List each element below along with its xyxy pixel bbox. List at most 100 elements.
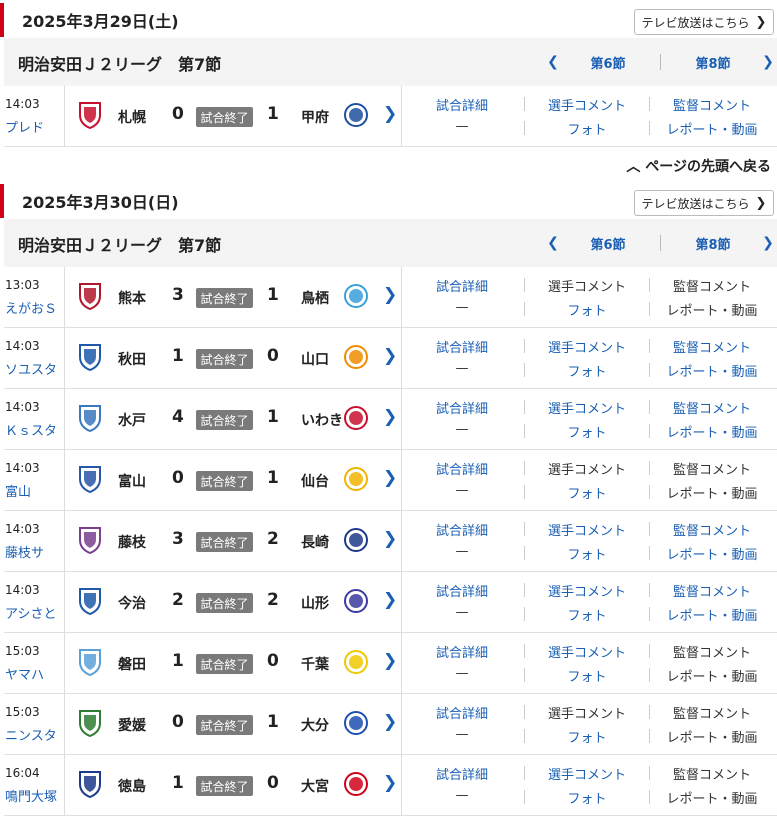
- player-comment-link[interactable]: 選手コメント: [527, 276, 647, 295]
- match-row: 16:04 鳴門大塚 徳島 1 試合終了 0 大宮 ❯ 試合詳細 選手コメント 監督コメント — フォト…: [4, 755, 777, 816]
- match-detail-link[interactable]: 試合詳細: [402, 703, 522, 722]
- tv-broadcast-label: テレビ放送はこちら: [641, 196, 750, 211]
- match-detail-link[interactable]: 試合詳細: [402, 276, 522, 295]
- venue-link[interactable]: ニンスタ: [5, 725, 57, 744]
- manager-comment-link[interactable]: 監督コメント: [652, 764, 772, 783]
- date-title: 2025年3月29日(土): [22, 12, 179, 31]
- match-detail-link[interactable]: 試合詳細: [402, 398, 522, 417]
- away-score: 1: [267, 468, 279, 488]
- photo-link[interactable]: フォト: [527, 544, 647, 563]
- player-comment-link[interactable]: 選手コメント: [527, 581, 647, 600]
- manager-comment-link[interactable]: 監督コメント: [652, 398, 772, 417]
- chevron-right-icon[interactable]: ❯: [759, 235, 777, 251]
- venue-link[interactable]: 藤枝サ: [5, 542, 44, 561]
- photo-link[interactable]: フォト: [527, 361, 647, 380]
- date-header: 2025年3月30日(日) テレビ放送はこちら ❯: [0, 181, 777, 219]
- venue-link[interactable]: ソユスタ: [5, 359, 57, 378]
- chevron-right-icon[interactable]: ❯: [383, 590, 397, 610]
- manager-comment-link[interactable]: 監督コメント: [652, 459, 772, 478]
- venue-link[interactable]: アシさと: [5, 603, 56, 622]
- chevron-right-icon[interactable]: ❯: [383, 285, 397, 305]
- match-detail-link[interactable]: 試合詳細: [402, 337, 522, 356]
- player-comment-link[interactable]: 選手コメント: [527, 764, 647, 783]
- report-video-link[interactable]: レポート・動画: [652, 300, 772, 319]
- player-comment-link[interactable]: 選手コメント: [527, 337, 647, 356]
- home-score: 1: [172, 346, 184, 366]
- report-video-link[interactable]: レポート・動画: [652, 544, 772, 563]
- match-detail-link[interactable]: 試合詳細: [402, 581, 522, 600]
- manager-comment-link[interactable]: 監督コメント: [652, 520, 772, 539]
- photo-link[interactable]: フォト: [527, 300, 647, 319]
- kickoff-time: 15:03: [5, 644, 40, 658]
- chevron-right-icon[interactable]: ❯: [759, 54, 777, 70]
- chevron-right-icon[interactable]: ❯: [383, 407, 397, 427]
- prev-round-link[interactable]: 第6節: [562, 234, 654, 253]
- chevron-right-icon[interactable]: ❯: [383, 712, 397, 732]
- venue-link[interactable]: プレド: [5, 117, 44, 136]
- photo-link[interactable]: フォト: [527, 788, 647, 807]
- match-detail-link[interactable]: 試合詳細: [402, 459, 522, 478]
- photo-link[interactable]: フォト: [527, 605, 647, 624]
- player-comment-link[interactable]: 選手コメント: [527, 459, 647, 478]
- venue-link[interactable]: えがおＳ: [5, 298, 57, 317]
- tv-broadcast-button[interactable]: テレビ放送はこちら ❯: [634, 9, 774, 35]
- venue-link[interactable]: 富山: [5, 481, 31, 500]
- match-status-badge: 試合終了: [196, 349, 253, 369]
- player-comment-link[interactable]: 選手コメント: [527, 520, 647, 539]
- away-score: 2: [267, 529, 279, 549]
- match-detail-link[interactable]: 試合詳細: [402, 764, 522, 783]
- photo-link[interactable]: フォト: [527, 483, 647, 502]
- player-comment-link[interactable]: 選手コメント: [527, 642, 647, 661]
- chevron-right-icon[interactable]: ❯: [383, 346, 397, 366]
- match-detail-link[interactable]: 試合詳細: [402, 520, 522, 539]
- report-video-link[interactable]: レポート・動画: [652, 422, 772, 441]
- venue-link[interactable]: Ｋｓスタ: [5, 420, 57, 439]
- chevron-left-icon[interactable]: ❮: [544, 235, 562, 251]
- report-video-link[interactable]: レポート・動画: [652, 361, 772, 380]
- chevron-right-icon[interactable]: ❯: [383, 468, 397, 488]
- photo-link[interactable]: フォト: [527, 727, 647, 746]
- match-detail-link[interactable]: 試合詳細: [402, 642, 522, 661]
- match-status-badge: 試合終了: [196, 288, 253, 308]
- prev-round-link[interactable]: 第6節: [562, 53, 654, 72]
- match-row: 15:03 ニンスタ 愛媛 0 試合終了 1 大分 ❯ 試合詳細 選手コメント 監督コメント — フォト…: [4, 694, 777, 755]
- manager-comment-link[interactable]: 監督コメント: [652, 337, 772, 356]
- venue-link[interactable]: 鳴門大塚: [5, 786, 57, 805]
- chevron-left-icon[interactable]: ❮: [544, 54, 562, 70]
- manager-comment-link[interactable]: 監督コメント: [652, 642, 772, 661]
- photo-link[interactable]: フォト: [527, 119, 647, 138]
- player-comment-link[interactable]: 選手コメント: [527, 703, 647, 722]
- chevron-right-icon[interactable]: ❯: [383, 529, 397, 549]
- report-video-link[interactable]: レポート・動画: [652, 483, 772, 502]
- next-round-link[interactable]: 第8節: [667, 234, 759, 253]
- photo-link[interactable]: フォト: [527, 422, 647, 441]
- manager-comment-link[interactable]: 監督コメント: [652, 581, 772, 600]
- tv-broadcast-button[interactable]: テレビ放送はこちら ❯: [634, 190, 774, 216]
- chevron-right-icon[interactable]: ❯: [383, 651, 397, 671]
- manager-comment-link[interactable]: 監督コメント: [652, 703, 772, 722]
- report-video-link[interactable]: レポート・動画: [652, 119, 772, 138]
- away-team-logo-icon: [342, 342, 370, 372]
- link-divider: [524, 97, 525, 111]
- player-comment-link[interactable]: 選手コメント: [527, 398, 647, 417]
- venue-link[interactable]: ヤマハ: [5, 664, 44, 683]
- report-video-link[interactable]: レポート・動画: [652, 788, 772, 807]
- photo-link[interactable]: フォト: [527, 666, 647, 685]
- date-title: 2025年3月30日(日): [22, 193, 179, 212]
- next-round-link[interactable]: 第8節: [667, 53, 759, 72]
- match-detail-link[interactable]: 試合詳細: [402, 95, 522, 114]
- link-divider: [649, 583, 650, 597]
- chevron-right-icon[interactable]: ❯: [383, 104, 397, 124]
- chevron-right-icon[interactable]: ❯: [383, 773, 397, 793]
- report-video-link[interactable]: レポート・動画: [652, 666, 772, 685]
- report-video-link[interactable]: レポート・動画: [652, 727, 772, 746]
- report-video-link[interactable]: レポート・動画: [652, 605, 772, 624]
- player-comment-link[interactable]: 選手コメント: [527, 95, 647, 114]
- link-divider: [649, 607, 650, 621]
- manager-comment-link[interactable]: 監督コメント: [652, 95, 772, 114]
- kickoff-time: 14:03: [5, 461, 40, 475]
- manager-comment-link[interactable]: 監督コメント: [652, 276, 772, 295]
- home-team-logo-icon: [76, 769, 104, 799]
- page-top-link[interactable]: ︿ ページの先頭へ戻る: [626, 156, 771, 176]
- away-team-logo-icon: [342, 769, 370, 799]
